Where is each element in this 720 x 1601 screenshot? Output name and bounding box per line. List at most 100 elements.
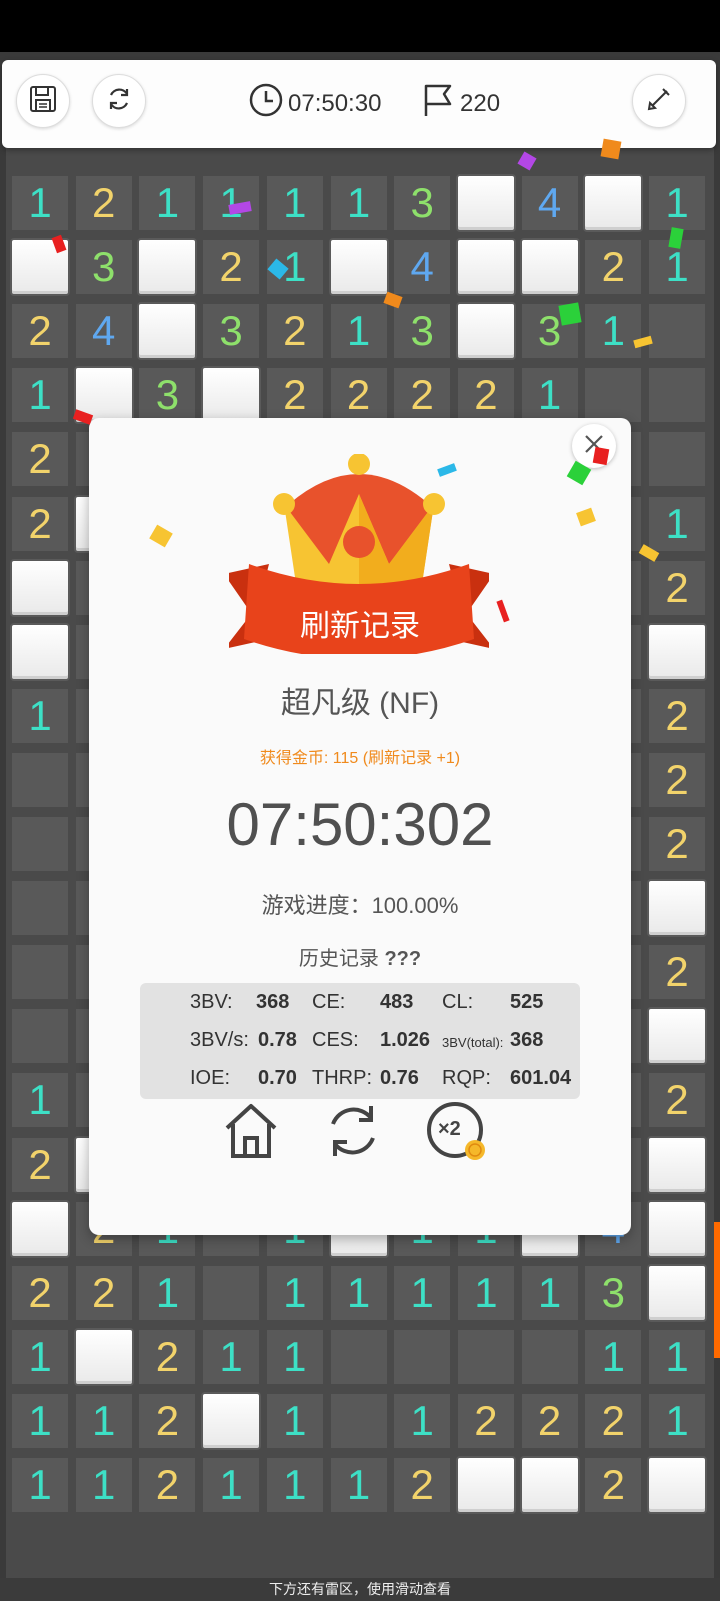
board-cell[interactable]: 1 <box>264 1327 325 1386</box>
board-cell[interactable]: 1 <box>328 302 389 361</box>
covered-cell[interactable] <box>328 238 389 297</box>
covered-cell[interactable] <box>10 1199 70 1258</box>
board-cell[interactable]: 1 <box>519 366 580 425</box>
board-cell[interactable]: 1 <box>328 1456 389 1514</box>
board-cell[interactable] <box>10 750 70 809</box>
board-cell[interactable]: 1 <box>392 1391 453 1450</box>
board-cell[interactable]: 4 <box>73 302 134 361</box>
board-cell[interactable]: 2 <box>647 815 707 873</box>
board-cell[interactable]: 1 <box>264 174 325 232</box>
board-cell[interactable]: 1 <box>137 1263 198 1322</box>
board-cell[interactable]: 2 <box>264 366 325 425</box>
board-cell[interactable]: 1 <box>137 174 198 232</box>
board-cell[interactable]: 1 <box>392 1263 453 1322</box>
covered-cell[interactable] <box>583 174 644 232</box>
covered-cell[interactable] <box>647 1007 707 1066</box>
covered-cell[interactable] <box>647 1199 707 1258</box>
covered-cell[interactable] <box>10 558 70 617</box>
board-cell[interactable] <box>647 430 707 489</box>
home-button[interactable] <box>221 1100 281 1167</box>
board-cell[interactable]: 2 <box>583 1456 644 1514</box>
board-cell[interactable]: 1 <box>10 1071 70 1130</box>
scroll-indicator[interactable] <box>714 1222 720 1358</box>
board-cell[interactable]: 1 <box>455 1263 516 1322</box>
board-cell[interactable]: 3 <box>392 302 453 361</box>
board-cell[interactable]: 1 <box>10 1456 70 1514</box>
board-cell[interactable]: 2 <box>647 1071 707 1130</box>
covered-cell[interactable] <box>137 238 198 297</box>
covered-cell[interactable] <box>73 1327 134 1386</box>
board-cell[interactable]: 1 <box>201 1456 262 1514</box>
board-cell[interactable] <box>647 302 707 361</box>
board-cell[interactable]: 1 <box>201 174 262 232</box>
double-coins-button[interactable]: ×2 <box>425 1100 491 1171</box>
board-cell[interactable]: 2 <box>455 1391 516 1450</box>
board-cell[interactable]: 2 <box>519 1391 580 1450</box>
board-cell[interactable]: 2 <box>201 238 262 297</box>
board-cell[interactable]: 2 <box>583 238 644 297</box>
save-button[interactable] <box>16 74 70 128</box>
board-cell[interactable]: 4 <box>392 238 453 297</box>
board-cell[interactable]: 2 <box>10 494 70 553</box>
board-cell[interactable]: 2 <box>10 302 70 361</box>
covered-cell[interactable] <box>647 622 707 681</box>
covered-cell[interactable] <box>647 1135 707 1194</box>
board-cell[interactable]: 1 <box>519 1263 580 1322</box>
covered-cell[interactable] <box>519 1456 580 1514</box>
covered-cell[interactable] <box>455 238 516 297</box>
board-cell[interactable]: 2 <box>73 1263 134 1322</box>
board-cell[interactable]: 1 <box>10 1391 70 1450</box>
board-cell[interactable] <box>392 1327 453 1386</box>
board-cell[interactable]: 1 <box>10 174 70 232</box>
board-cell[interactable]: 1 <box>10 686 70 745</box>
board-cell[interactable] <box>328 1391 389 1450</box>
board-cell[interactable]: 2 <box>647 750 707 809</box>
board-cell[interactable]: 1 <box>583 1327 644 1386</box>
board-cell[interactable]: 2 <box>328 366 389 425</box>
dig-mode-button[interactable] <box>632 74 686 128</box>
board-cell[interactable] <box>201 1263 262 1322</box>
board-cell[interactable]: 2 <box>392 366 453 425</box>
board-cell[interactable]: 2 <box>455 366 516 425</box>
board-cell[interactable]: 3 <box>137 366 198 425</box>
board-cell[interactable] <box>10 815 70 873</box>
covered-cell[interactable] <box>455 174 516 232</box>
board-cell[interactable] <box>10 943 70 1002</box>
covered-cell[interactable] <box>201 1391 262 1450</box>
board-cell[interactable]: 4 <box>519 174 580 232</box>
board-cell[interactable]: 1 <box>647 1391 707 1450</box>
board-cell[interactable]: 3 <box>73 238 134 297</box>
board-cell[interactable]: 2 <box>137 1391 198 1450</box>
board-cell[interactable]: 1 <box>201 1327 262 1386</box>
board-cell[interactable] <box>328 1327 389 1386</box>
board-cell[interactable]: 2 <box>647 558 707 617</box>
replay-button[interactable] <box>323 1100 383 1167</box>
board-cell[interactable]: 3 <box>392 174 453 232</box>
board-cell[interactable]: 3 <box>201 302 262 361</box>
board-cell[interactable]: 1 <box>264 1456 325 1514</box>
covered-cell[interactable] <box>519 238 580 297</box>
board-cell[interactable]: 2 <box>10 1135 70 1194</box>
board-cell[interactable]: 2 <box>137 1327 198 1386</box>
board-cell[interactable] <box>519 1327 580 1386</box>
board-cell[interactable]: 1 <box>647 174 707 232</box>
board-cell[interactable]: 2 <box>647 686 707 745</box>
board-cell[interactable]: 1 <box>583 302 644 361</box>
covered-cell[interactable] <box>201 366 262 425</box>
board-cell[interactable]: 1 <box>10 366 70 425</box>
board-cell[interactable]: 1 <box>264 1263 325 1322</box>
board-cell[interactable]: 1 <box>73 1391 134 1450</box>
board-cell[interactable]: 3 <box>583 1263 644 1322</box>
board-cell[interactable] <box>10 879 70 938</box>
board-cell[interactable]: 1 <box>647 1327 707 1386</box>
board-cell[interactable]: 1 <box>264 1391 325 1450</box>
board-cell[interactable]: 1 <box>73 1456 134 1514</box>
board-cell[interactable]: 1 <box>328 174 389 232</box>
covered-cell[interactable] <box>455 302 516 361</box>
board-cell[interactable] <box>10 1007 70 1066</box>
board-cell[interactable]: 2 <box>392 1456 453 1514</box>
board-cell[interactable]: 1 <box>328 1263 389 1322</box>
board-cell[interactable]: 2 <box>10 1263 70 1322</box>
board-cell[interactable]: 2 <box>264 302 325 361</box>
covered-cell[interactable] <box>647 1263 707 1322</box>
